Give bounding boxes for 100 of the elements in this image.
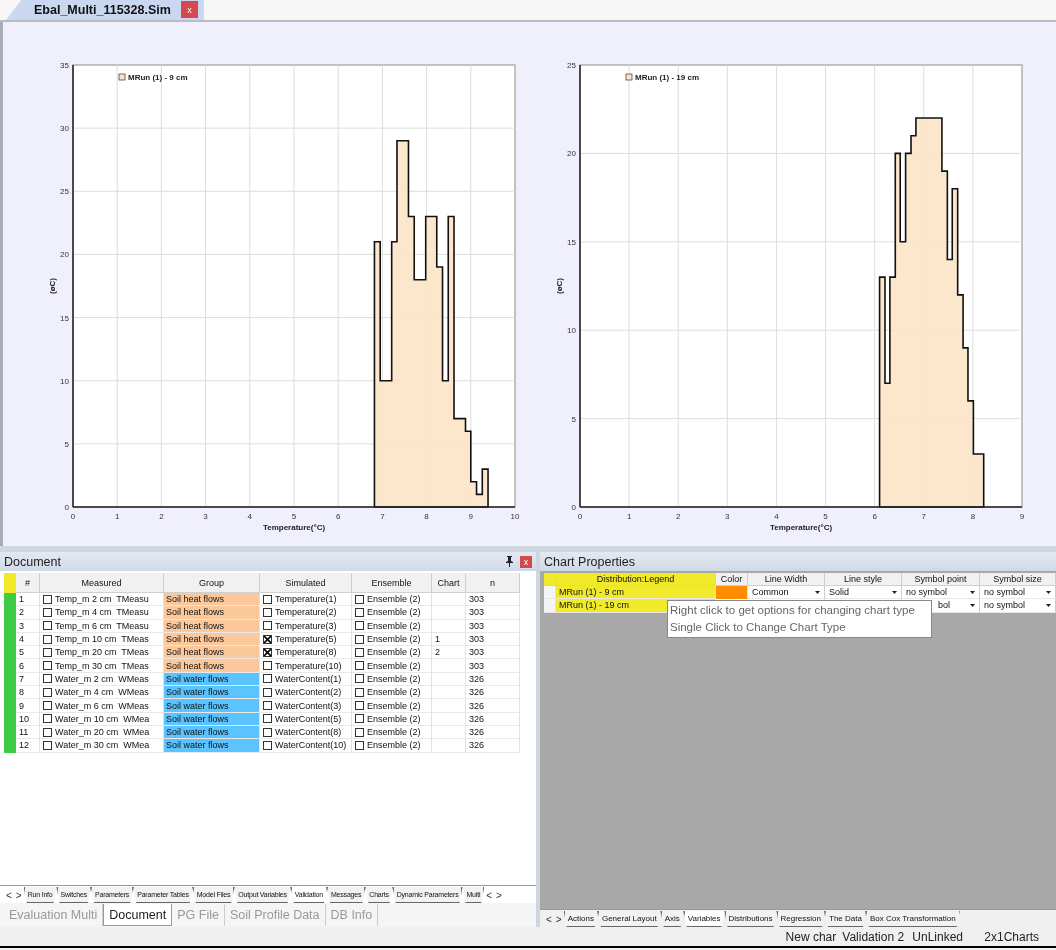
column-header[interactable]: Line Width	[748, 573, 825, 586]
panel-tab[interactable]: Document	[103, 904, 173, 926]
sheet-tab[interactable]: The Data	[825, 911, 866, 927]
caret-icon[interactable]	[970, 590, 975, 594]
caret-icon[interactable]	[892, 590, 897, 594]
dropdown[interactable]: no symbol	[902, 586, 980, 600]
checkbox[interactable]	[43, 634, 52, 644]
table-cell: Soil water flows	[164, 699, 260, 713]
checkbox[interactable]	[263, 647, 272, 657]
column-header[interactable]: Color	[716, 573, 748, 586]
column-header[interactable]: Measured	[40, 573, 164, 593]
checkbox[interactable]	[355, 674, 364, 684]
sheet-tab[interactable]: Actions	[563, 911, 598, 927]
checkbox[interactable]	[43, 607, 52, 617]
tick-label: 4	[774, 512, 779, 521]
caret-icon[interactable]	[1046, 603, 1051, 607]
scroll-left-button[interactable]: <	[4, 887, 14, 903]
checkbox[interactable]	[43, 594, 52, 604]
scroll-right-button[interactable]: >	[553, 911, 564, 927]
checkbox[interactable]	[43, 687, 52, 697]
cell-text: Ensemble (2)	[367, 713, 421, 724]
cell-text: Ensemble (2)	[367, 634, 421, 645]
checkbox[interactable]	[355, 647, 364, 657]
checkbox[interactable]	[43, 621, 52, 631]
column-header[interactable]: Ensemble	[352, 573, 432, 593]
checkbox[interactable]	[263, 621, 272, 631]
checkbox[interactable]	[43, 740, 52, 750]
scroll-left-button[interactable]: <	[544, 911, 554, 927]
checkbox[interactable]	[43, 727, 52, 737]
dropdown[interactable]: no symbol	[980, 599, 1056, 613]
checkbox[interactable]	[43, 647, 52, 657]
caret-icon[interactable]	[815, 590, 820, 594]
sheet-tab[interactable]: Axis	[660, 911, 684, 927]
legend-label: MRun (1) - 9 cm	[128, 73, 188, 82]
sheet-tab[interactable]: General Layout	[597, 911, 661, 927]
checkbox[interactable]	[263, 634, 272, 644]
checkbox[interactable]	[355, 621, 364, 631]
sheet-tab[interactable]: Variables	[683, 911, 725, 927]
close-button[interactable]: x	[520, 555, 532, 568]
checkbox[interactable]	[355, 607, 364, 617]
column-header[interactable]: #	[16, 573, 40, 593]
checkbox[interactable]	[355, 687, 364, 697]
column-header[interactable]: n	[466, 573, 520, 593]
column-header[interactable]: Symbol size	[980, 573, 1056, 586]
scroll-right-button[interactable]: >	[13, 887, 24, 903]
scroll-right-button[interactable]: >	[494, 887, 504, 903]
tick-label: 15	[60, 313, 69, 323]
checkbox[interactable]	[263, 714, 272, 724]
checkbox[interactable]	[355, 740, 364, 750]
tick-label: 15	[567, 237, 576, 247]
column-header[interactable]: Group	[164, 573, 260, 593]
scroll-left-button[interactable]: <	[484, 887, 495, 903]
cell-text: WaterContent(5)	[275, 713, 342, 724]
dropdown[interactable]: Solid	[825, 586, 902, 600]
checkbox[interactable]	[355, 727, 364, 737]
checkbox[interactable]	[263, 674, 272, 684]
dropdown[interactable]: Common	[748, 586, 825, 600]
table-cell: 6	[16, 659, 40, 673]
caret-icon[interactable]	[970, 603, 975, 607]
tick-label: 10	[60, 376, 69, 386]
checkbox[interactable]	[263, 687, 272, 697]
cell-text: WaterContent(2)	[275, 687, 342, 698]
checkbox[interactable]	[263, 594, 272, 604]
column-header[interactable]: Chart	[432, 573, 466, 593]
table-cell: 303	[466, 659, 520, 673]
dropdown[interactable]: no symbol	[980, 586, 1056, 600]
row-header	[544, 573, 556, 586]
checkbox[interactable]	[355, 701, 364, 710]
color-swatch[interactable]	[716, 586, 748, 600]
document-tab[interactable]: Ebal_Multi_115328.Sim x	[6, 0, 204, 20]
close-button[interactable]: x	[180, 1, 198, 18]
pin-icon[interactable]	[505, 556, 514, 567]
checkbox[interactable]	[263, 701, 272, 710]
checkbox[interactable]	[355, 661, 364, 671]
table-cell: Soil water flows	[164, 686, 260, 700]
checkbox[interactable]	[263, 740, 272, 750]
cell-text: Ensemble (2)	[367, 740, 421, 751]
column-header[interactable]: Line style	[825, 573, 902, 586]
checkbox[interactable]	[355, 714, 364, 724]
cell-text: Temperature(5)	[275, 634, 337, 645]
cell-text: Water_m 2 cm WMeas	[55, 673, 149, 684]
checkbox[interactable]	[43, 674, 52, 684]
checkbox[interactable]	[43, 661, 52, 671]
checkbox[interactable]	[355, 634, 364, 644]
cell-text: Temperature(10)	[275, 660, 342, 671]
sheet-tab[interactable]: Distributions	[724, 911, 777, 927]
column-header[interactable]: Symbol point	[902, 573, 980, 586]
sheet-tab[interactable]: Regression	[776, 911, 825, 927]
checkbox[interactable]	[263, 607, 272, 617]
caret-icon[interactable]	[1046, 590, 1051, 594]
column-header[interactable]: Distribution:Legend	[556, 573, 716, 586]
sheet-tab[interactable]: Box Cox Transformation	[865, 911, 960, 927]
checkbox[interactable]	[263, 661, 272, 671]
cell-text: Ensemble (2)	[367, 607, 421, 618]
axis-title: Temperature(°C)	[769, 523, 833, 532]
column-header[interactable]: Simulated	[260, 573, 352, 593]
checkbox[interactable]	[43, 701, 52, 710]
checkbox[interactable]	[263, 727, 272, 737]
checkbox[interactable]	[43, 714, 52, 724]
checkbox[interactable]	[355, 594, 364, 604]
